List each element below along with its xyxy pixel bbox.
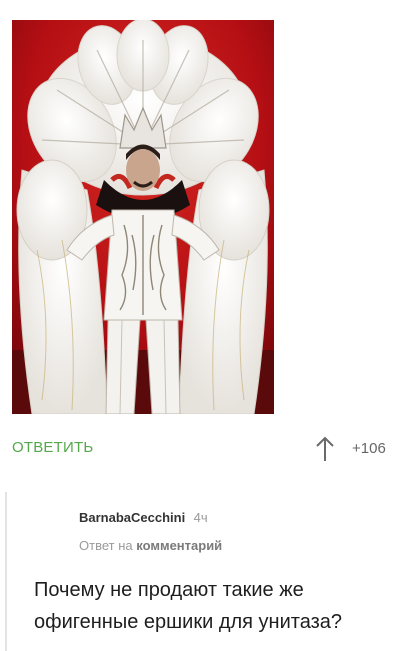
- arrow-up-icon[interactable]: [314, 436, 336, 462]
- comment-rating: +106: [352, 440, 386, 457]
- comment-actions: ОТВЕТИТЬ +106 .: [12, 434, 400, 464]
- post-image[interactable]: [12, 20, 274, 414]
- reply-to-link[interactable]: комментарий: [136, 538, 222, 553]
- reply-to-prefix: Ответ на: [79, 538, 133, 553]
- reply-to-label: Ответ на комментарий: [79, 538, 222, 553]
- costume-photo-drawing: [12, 20, 274, 414]
- comment-thread: ОТВЕТИТЬ +106 . BarnabaCecchini 4ч Ответ…: [0, 0, 400, 651]
- comment-time: 4ч: [193, 510, 208, 525]
- comment-author[interactable]: BarnabaCecchini: [79, 510, 185, 525]
- comment-body: Почему не продают такие же офигенные ерш…: [34, 579, 343, 633]
- reply-header: BarnabaCecchini 4ч: [79, 509, 208, 529]
- reply-button[interactable]: ОТВЕТИТЬ: [12, 439, 93, 456]
- thread-line: [5, 492, 7, 651]
